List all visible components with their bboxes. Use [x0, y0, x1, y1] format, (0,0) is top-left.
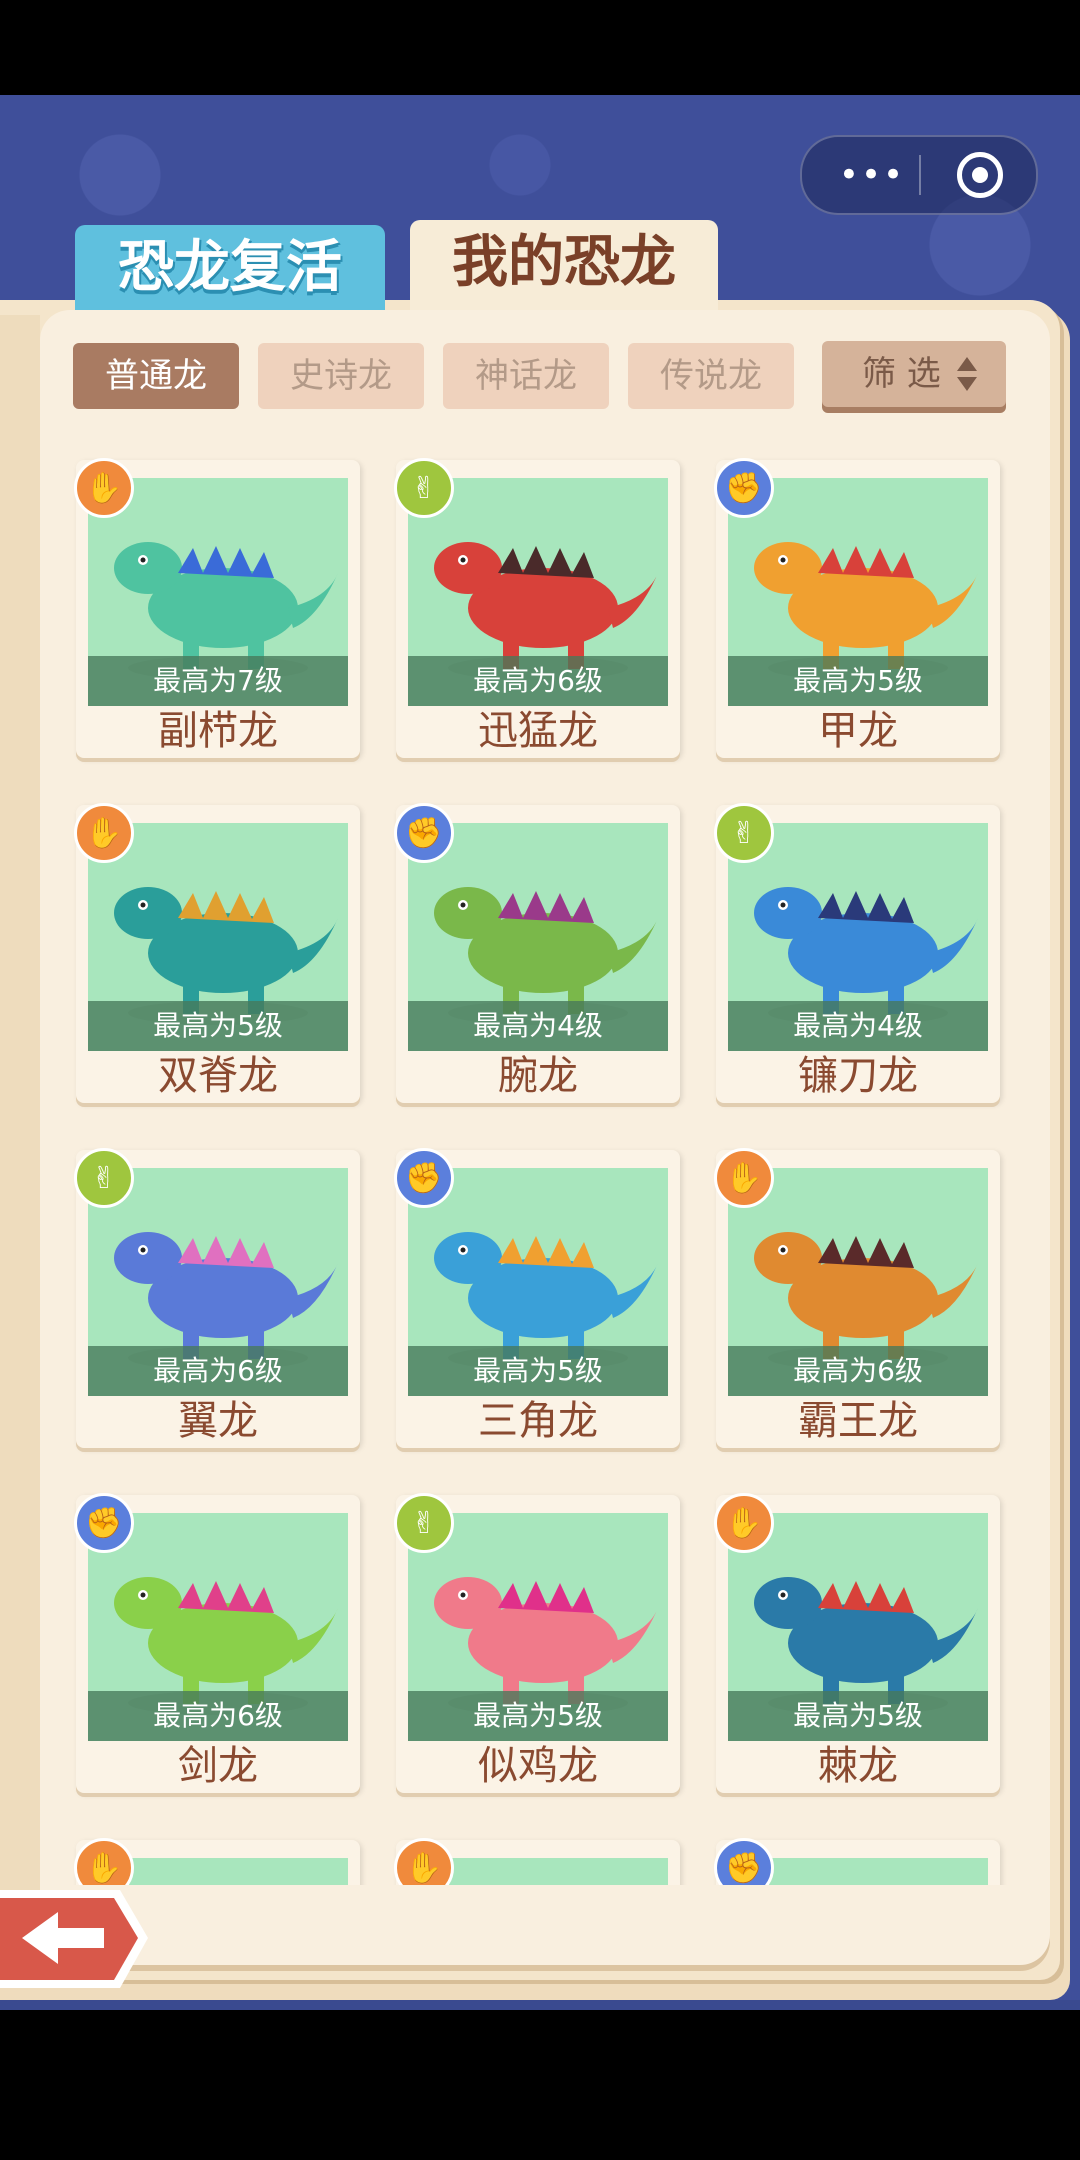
- rock-hand-icon: ✊: [714, 458, 774, 518]
- paper-hand-icon: ✋: [394, 1838, 454, 1885]
- dinosaur-grid: 最高为7级 副栉龙 ✋ 最高为6级 迅猛龙 ✌ 最高为5级 甲龙 ✊ 最高为5级 双脊龙 ✋ 最高为4级…: [0, 95, 1080, 1885]
- max-level-label: 最高为6级: [408, 656, 668, 706]
- max-level-label: 最高为5级: [408, 1346, 668, 1396]
- paper-hand-icon: ✋: [74, 458, 134, 518]
- dinosaur-card[interactable]: 最高为6级 迅猛龙 ✌: [394, 458, 680, 758]
- rock-hand-icon: ✊: [394, 1148, 454, 1208]
- dinosaur-card[interactable]: 最高为4级 腕龙 ✊: [394, 803, 680, 1103]
- dinosaur-name: 腕龙: [498, 1053, 578, 1099]
- max-level-label: 最高为6级: [88, 1691, 348, 1741]
- dinosaur-card[interactable]: 最高为6级 剑龙 ✊: [74, 1493, 360, 1793]
- bottom-band: [0, 2000, 1080, 2010]
- rock-hand-icon: ✊: [394, 803, 454, 863]
- dinosaur-card[interactable]: 最高为5级 似鸡龙 ✌: [394, 1493, 680, 1793]
- dinosaur-card[interactable]: 最高为5级 双脊龙 ✋: [74, 803, 360, 1103]
- game-screen: ••• 恐龙复活 我的恐龙 普通龙 史诗龙 神话龙 传说龙 筛 选 最高为7级副…: [0, 95, 1080, 2010]
- dinosaur-card[interactable]: 最高为5级 三角龙 ✊: [394, 1148, 680, 1448]
- paper-hand-icon: ✋: [714, 1148, 774, 1208]
- scissors-hand-icon: ✌: [394, 1493, 454, 1553]
- rock-hand-icon: ✊: [714, 1838, 774, 1885]
- back-button[interactable]: [0, 1878, 150, 2000]
- dinosaur-name: 霸王龙: [798, 1398, 918, 1444]
- max-level-label: 最高为5级: [728, 1691, 988, 1741]
- scissors-hand-icon: ✌: [714, 803, 774, 863]
- dinosaur-name: 剑龙: [178, 1743, 258, 1789]
- max-level-label: 最高为4级: [728, 1001, 988, 1051]
- paper-hand-icon: ✋: [74, 803, 134, 863]
- max-level-label: 最高为5级: [408, 1691, 668, 1741]
- max-level-label: 最高为4级: [408, 1001, 668, 1051]
- dinosaur-name: 三角龙: [478, 1398, 598, 1444]
- max-level-label: 最高为7级: [88, 656, 348, 706]
- scissors-hand-icon: ✌: [394, 458, 454, 518]
- dinosaur-card[interactable]: 最高为7级 副栉龙 ✋: [74, 458, 360, 758]
- dinosaur-name: 棘龙: [818, 1743, 898, 1789]
- dinosaur-card[interactable]: 最高为6级 霸王龙 ✋: [714, 1148, 1000, 1448]
- dinosaur-name: 似鸡龙: [478, 1743, 598, 1789]
- rock-hand-icon: ✊: [74, 1493, 134, 1553]
- dinosaur-card[interactable]: 最高为5级 棘龙 ✋: [714, 1493, 1000, 1793]
- scissors-hand-icon: ✌: [74, 1148, 134, 1208]
- dinosaur-name: 副栉龙: [158, 708, 278, 754]
- paper-hand-icon: ✋: [714, 1493, 774, 1553]
- dinosaur-name: 甲龙: [818, 708, 898, 754]
- dinosaur-card[interactable]: 最高为4级 镰刀龙 ✌: [714, 803, 1000, 1103]
- dinosaur-card[interactable]: ✋: [394, 1838, 680, 1885]
- max-level-label: 最高为6级: [88, 1346, 348, 1396]
- dinosaur-name: 翼龙: [178, 1398, 258, 1444]
- dinosaur-card[interactable]: 最高为5级 甲龙 ✊: [714, 458, 1000, 758]
- max-level-label: 最高为6级: [728, 1346, 988, 1396]
- dinosaur-name: 镰刀龙: [798, 1053, 918, 1099]
- dinosaur-name: 双脊龙: [158, 1053, 278, 1099]
- dinosaur-card[interactable]: ✊: [714, 1838, 1000, 1885]
- dinosaur-card[interactable]: 最高为6级 翼龙 ✌: [74, 1148, 360, 1448]
- max-level-label: 最高为5级: [728, 656, 988, 706]
- max-level-label: 最高为5级: [88, 1001, 348, 1051]
- dinosaur-name: 迅猛龙: [478, 708, 598, 754]
